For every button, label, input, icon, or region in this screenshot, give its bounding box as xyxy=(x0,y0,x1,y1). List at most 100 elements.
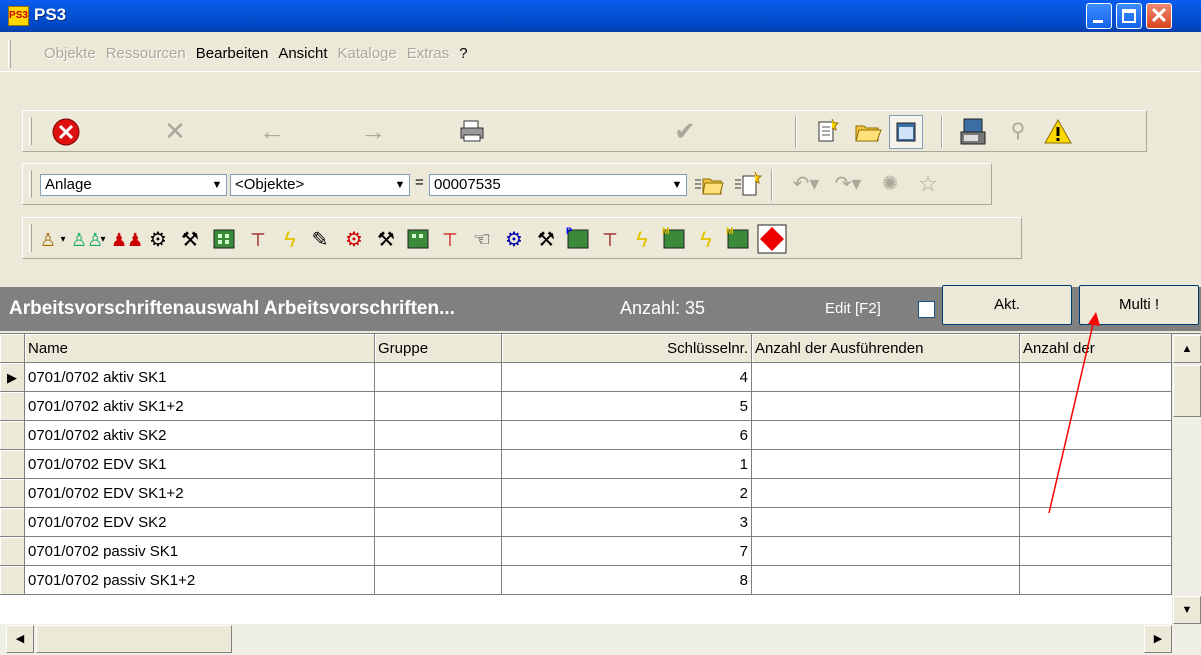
building-m-icon[interactable]: M xyxy=(659,224,689,254)
group-icon[interactable]: ♙♙ xyxy=(71,224,103,254)
cell-schluesselnr[interactable]: 4 xyxy=(502,363,752,392)
chevron-down-icon[interactable]: ▾ xyxy=(97,224,109,254)
toolbar-grip[interactable] xyxy=(29,224,32,252)
cell-ausfuehrende[interactable] xyxy=(752,421,1020,450)
column-header-schluesselnr[interactable]: Schlüsselnr. xyxy=(502,334,752,363)
chevron-down-icon[interactable]: ▼ xyxy=(391,175,409,195)
cell-ausfuehrende[interactable] xyxy=(752,566,1020,595)
cell-anzahl[interactable] xyxy=(1020,450,1172,479)
multi-button[interactable]: Multi ! xyxy=(1079,285,1199,325)
cell-ausfuehrende[interactable] xyxy=(752,508,1020,537)
close-button[interactable]: ✕ xyxy=(1146,3,1172,29)
cell-name[interactable]: 0701/0702 EDV SK1+2 xyxy=(25,479,375,508)
cell-ausfuehrende[interactable] xyxy=(752,450,1020,479)
column-header-anzahl[interactable]: Anzahl der xyxy=(1020,334,1172,363)
people-icon[interactable]: ♟♟ xyxy=(111,224,143,254)
cell-gruppe[interactable] xyxy=(375,450,502,479)
object-select[interactable]: <Objekte> ▼ xyxy=(230,174,410,196)
column-header-name[interactable]: Name xyxy=(25,334,375,363)
cell-anzahl[interactable] xyxy=(1020,508,1172,537)
cell-anzahl[interactable] xyxy=(1020,392,1172,421)
machine-p-icon[interactable]: ⚙ xyxy=(499,224,529,254)
new-document-icon[interactable] xyxy=(810,115,844,149)
cell-gruppe[interactable] xyxy=(375,392,502,421)
warning-icon[interactable] xyxy=(1041,115,1075,149)
row-selector[interactable] xyxy=(0,537,25,566)
lightning-m-icon[interactable]: ϟ xyxy=(691,224,721,254)
cell-ausfuehrende[interactable] xyxy=(752,479,1020,508)
cell-anzahl[interactable] xyxy=(1020,566,1172,595)
hand-icon[interactable]: ☜ xyxy=(467,224,497,254)
table-row[interactable]: 0701/0702 aktiv SK1+2 5 xyxy=(0,392,1172,421)
vertical-scroll-thumb[interactable] xyxy=(1173,365,1201,417)
cell-name[interactable]: 0701/0702 EDV SK2 xyxy=(25,508,375,537)
tree-p-icon[interactable]: ⊤ xyxy=(595,224,625,254)
menu-bearbeiten[interactable]: Bearbeiten xyxy=(196,45,269,62)
cell-name[interactable]: 0701/0702 aktiv SK1+2 xyxy=(25,392,375,421)
chevron-down-icon[interactable]: ▾ xyxy=(57,224,69,254)
hammer-icon[interactable]: ⚒ xyxy=(371,224,401,254)
cell-gruppe[interactable] xyxy=(375,421,502,450)
scroll-right-icon[interactable]: ▶ xyxy=(1144,625,1172,653)
cell-ausfuehrende[interactable] xyxy=(752,537,1020,566)
window-view-icon[interactable] xyxy=(889,115,923,149)
table-row[interactable]: 0701/0702 passiv SK1 7 xyxy=(0,537,1172,566)
building-icon[interactable] xyxy=(403,224,433,254)
cell-gruppe[interactable] xyxy=(375,537,502,566)
lightning-icon[interactable]: ϟ xyxy=(275,224,305,254)
scroll-left-icon[interactable]: ◀ xyxy=(6,625,34,653)
open-folder-icon[interactable] xyxy=(851,115,885,149)
cell-name[interactable]: 0701/0702 passiv SK1+2 xyxy=(25,566,375,595)
cell-gruppe[interactable] xyxy=(375,479,502,508)
chevron-down-icon[interactable]: ▼ xyxy=(668,175,686,195)
cancel-icon[interactable] xyxy=(49,115,83,149)
toolbar-grip[interactable] xyxy=(29,170,32,198)
row-selector[interactable]: ▶ xyxy=(0,363,25,392)
akt-button[interactable]: Akt. xyxy=(942,285,1072,325)
vertical-scrollbar[interactable]: ▲ ▼ xyxy=(1172,334,1201,625)
print-icon[interactable] xyxy=(455,115,489,149)
horizontal-scrollbar[interactable]: ◀ ▶ xyxy=(0,624,1201,655)
table-row[interactable]: 0701/0702 EDV SK1 1 xyxy=(0,450,1172,479)
id-select[interactable]: 00007535 ▼ xyxy=(429,174,687,196)
person-icon[interactable]: ♙ xyxy=(37,224,59,254)
tree-icon[interactable]: ⊤ xyxy=(243,224,273,254)
cell-schluesselnr[interactable]: 2 xyxy=(502,479,752,508)
row-selector[interactable] xyxy=(0,421,25,450)
menu-ansicht[interactable]: Ansicht xyxy=(278,45,327,62)
lightning-p-icon[interactable]: ϟ xyxy=(627,224,657,254)
machine-t-icon[interactable]: ⚙ xyxy=(339,224,369,254)
table-row[interactable]: ▶ 0701/0702 aktiv SK1 4 xyxy=(0,363,1172,392)
cell-schluesselnr[interactable]: 7 xyxy=(502,537,752,566)
hammer-icon[interactable]: ⚒ xyxy=(175,224,205,254)
scroll-down-icon[interactable]: ▼ xyxy=(1173,596,1201,624)
table-row[interactable]: 0701/0702 passiv SK1+2 8 xyxy=(0,566,1172,595)
cell-anzahl[interactable] xyxy=(1020,363,1172,392)
red-diamond-icon[interactable] xyxy=(757,224,787,254)
tool-icon[interactable]: ✎ xyxy=(305,224,335,254)
open-list-icon[interactable] xyxy=(691,168,725,202)
hammer-icon[interactable]: ⚒ xyxy=(531,224,561,254)
computer-calc-icon[interactable] xyxy=(956,115,990,149)
cell-ausfuehrende[interactable] xyxy=(752,392,1020,421)
table-row[interactable]: 0701/0702 EDV SK2 3 xyxy=(0,508,1172,537)
cell-schluesselnr[interactable]: 5 xyxy=(502,392,752,421)
type-select[interactable]: Anlage ▼ xyxy=(40,174,227,196)
cell-anzahl[interactable] xyxy=(1020,479,1172,508)
cell-gruppe[interactable] xyxy=(375,566,502,595)
menu-help[interactable]: ? xyxy=(459,45,467,62)
cell-ausfuehrende[interactable] xyxy=(752,363,1020,392)
row-selector-header[interactable] xyxy=(0,334,25,363)
table-row[interactable]: 0701/0702 EDV SK1+2 2 xyxy=(0,479,1172,508)
tree-t-icon[interactable]: ⊤ xyxy=(435,224,465,254)
row-selector[interactable] xyxy=(0,450,25,479)
menu-grip[interactable] xyxy=(8,40,11,68)
building-m2-icon[interactable]: M xyxy=(723,224,753,254)
title-bar[interactable]: PS3 PS3 ✕ xyxy=(0,0,1201,32)
cell-anzahl[interactable] xyxy=(1020,537,1172,566)
cell-anzahl[interactable] xyxy=(1020,421,1172,450)
row-selector[interactable] xyxy=(0,508,25,537)
building-p-icon[interactable]: P xyxy=(563,224,593,254)
cell-name[interactable]: 0701/0702 passiv SK1 xyxy=(25,537,375,566)
cell-gruppe[interactable] xyxy=(375,508,502,537)
